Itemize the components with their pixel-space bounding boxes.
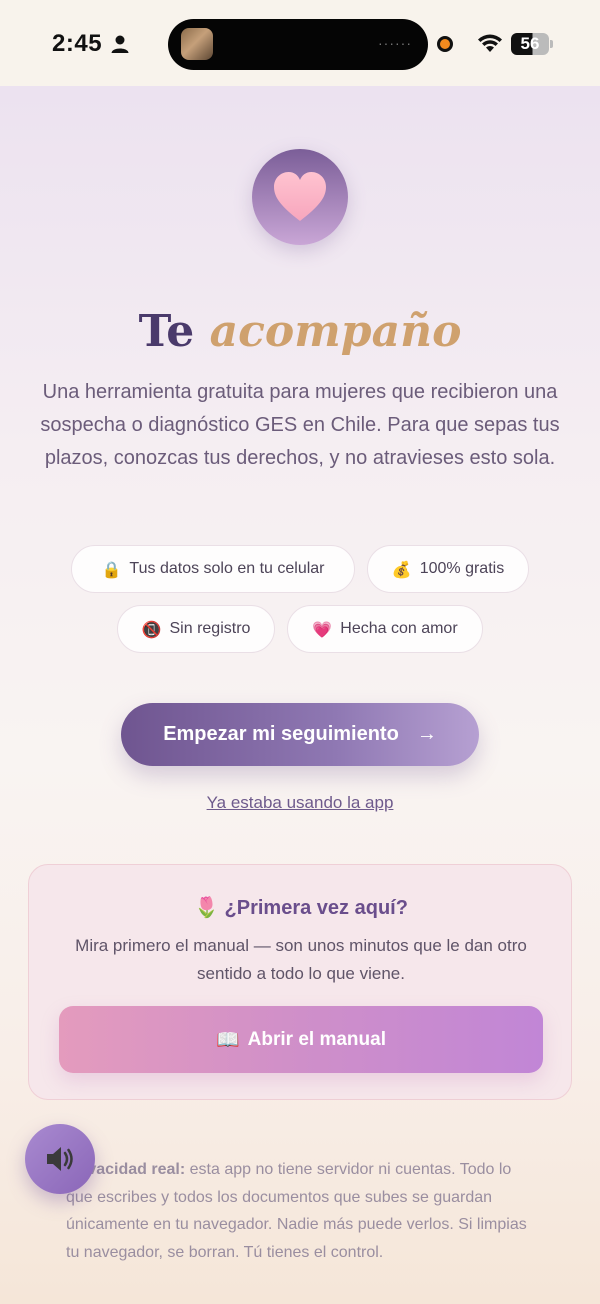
no-phones-icon: 📵 (141, 619, 162, 639)
app-thumbnail-icon (181, 28, 213, 60)
start-tracking-button[interactable]: Empezar mi seguimiento → (121, 703, 479, 766)
hero-subtitle: Una herramienta gratuita para mujeres qu… (40, 381, 560, 469)
manual-button-label: Abrir el manual (247, 1028, 386, 1050)
waveform-icon: ······ (378, 35, 412, 51)
open-manual-button[interactable]: 📖 Abrir el manual (59, 1006, 543, 1073)
recording-dot-icon (437, 36, 453, 52)
lock-icon: 🔒 (101, 559, 122, 579)
already-using-link[interactable]: Ya estaba usando la app (0, 793, 600, 813)
tulip-icon: 🌷 (194, 897, 219, 919)
dynamic-island[interactable]: ······ (168, 19, 428, 70)
pink-heart-icon: 💗 (312, 619, 333, 639)
sound-toggle-button[interactable] (25, 1124, 95, 1194)
card-title-text: ¿Primera vez aquí? (224, 897, 408, 919)
status-bar: 2:45 ······ 56 (0, 0, 600, 86)
battery-cap (550, 40, 553, 48)
book-icon: 📖 (216, 1029, 240, 1051)
battery-icon: 56 (511, 33, 549, 55)
cta-label: Empezar mi seguimiento (163, 723, 399, 745)
chip-label: Tus datos solo en tu celular (129, 560, 325, 577)
title-accent: acompaño (209, 306, 462, 357)
hero-badge (252, 149, 348, 245)
card-description: Mira primero el manual — son unos minuto… (75, 936, 527, 983)
chip-free: 💰 100% gratis (367, 545, 529, 593)
status-time: 2:45 (52, 30, 103, 57)
heart-icon (274, 172, 326, 221)
wifi-icon (478, 34, 502, 52)
card-title: 🌷 ¿Primera vez aquí? (29, 895, 573, 920)
chip-label: Sin registro (169, 620, 251, 637)
chip-no-signup: 📵 Sin registro (117, 605, 275, 653)
chip-label: Hecha con amor (340, 620, 458, 637)
chip-made-with-love: 💗 Hecha con amor (287, 605, 483, 653)
privacy-note: Privacidad real: esta app no tiene servi… (66, 1156, 536, 1266)
welcome-page: Te acompaño Una herramienta gratuita par… (0, 86, 600, 1304)
first-time-card: 🌷 ¿Primera vez aquí? Mira primero el man… (28, 864, 572, 1100)
title-plain: Te (138, 306, 195, 357)
money-bag-icon: 💰 (391, 559, 412, 579)
chip-label: 100% gratis (419, 560, 505, 577)
person-icon (111, 35, 129, 53)
speaker-icon (47, 1147, 73, 1171)
arrow-right-icon: → (416, 723, 437, 745)
chip-private-data: 🔒 Tus datos solo en tu celular (71, 545, 355, 593)
page-title: Te acompaño (0, 306, 600, 357)
